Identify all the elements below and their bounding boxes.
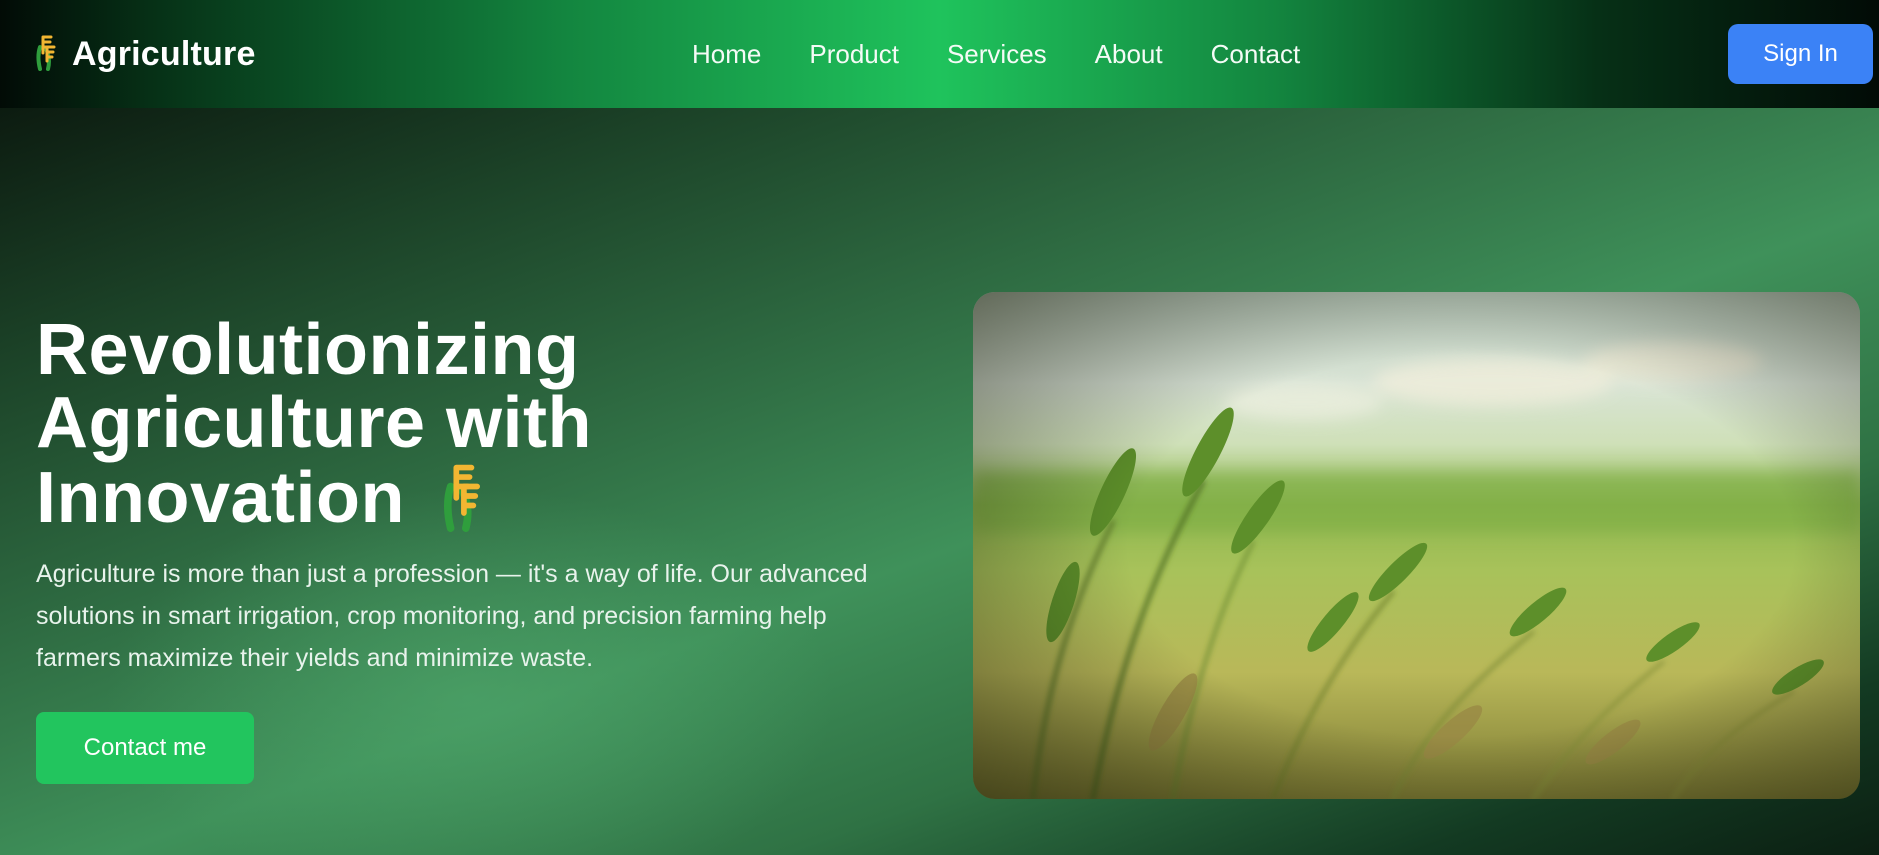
nav-link-about[interactable]: About xyxy=(1095,39,1163,70)
brand-name: Agriculture xyxy=(72,34,256,73)
nav-link-services[interactable]: Services xyxy=(947,39,1047,70)
brand[interactable]: Agriculture xyxy=(34,34,256,74)
hero-title-line-2: Agriculture with xyxy=(36,383,593,463)
contact-me-button[interactable]: Contact me xyxy=(36,712,254,784)
nav-link-contact[interactable]: Contact xyxy=(1211,39,1301,70)
hero-title-line-1: Revolutionizing xyxy=(36,310,580,390)
nav-link-product[interactable]: Product xyxy=(809,39,899,70)
wheat-icon xyxy=(439,460,485,545)
hero-title-line-3: Innovation xyxy=(36,458,405,538)
hero-title: Revolutionizing Agriculture with Innovat… xyxy=(36,314,756,545)
hero-description: Agriculture is more than just a professi… xyxy=(36,560,868,672)
navbar: Agriculture Home Product Services About … xyxy=(0,0,1879,108)
hero-section: Revolutionizing Agriculture with Innovat… xyxy=(0,108,1879,855)
wheat-icon xyxy=(34,33,58,76)
nav-link-home[interactable]: Home xyxy=(692,39,761,70)
main-nav: Home Product Services About Contact xyxy=(692,34,1348,74)
wheat-field-image xyxy=(973,292,1860,799)
sign-in-button[interactable]: Sign In xyxy=(1728,24,1873,84)
